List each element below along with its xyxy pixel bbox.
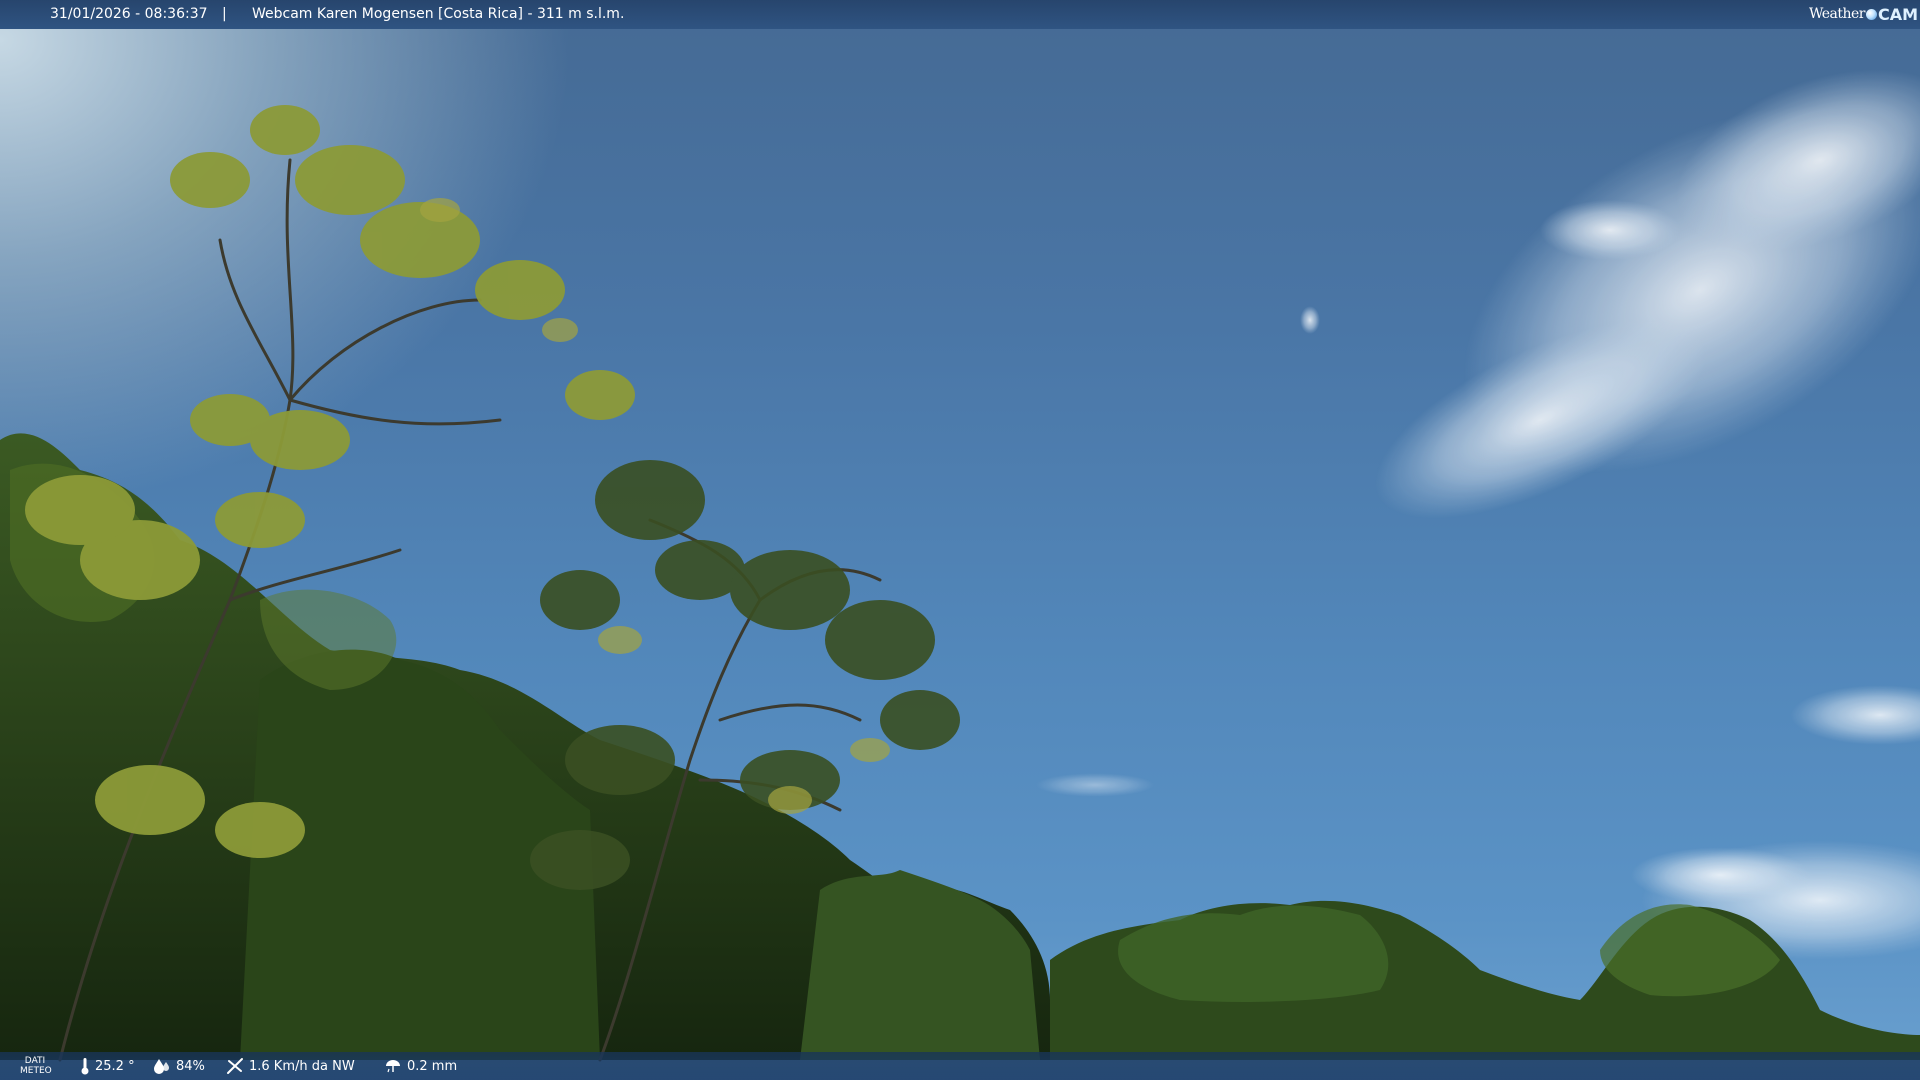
logo-weather-text: Weather bbox=[1808, 6, 1866, 22]
rain-value: 0.2 mm bbox=[407, 1058, 458, 1074]
webcam-title: Webcam Karen Mogensen [Costa Rica] - 311… bbox=[252, 6, 625, 22]
top-info-bar: 31/01/2026 - 08:36:37 | Webcam Karen Mog… bbox=[0, 0, 1920, 29]
temperature-reading: 25.2 ° bbox=[80, 1052, 135, 1080]
weather-data-label: DATI METEO bbox=[20, 1056, 52, 1076]
timestamp: 31/01/2026 - 08:36:37 bbox=[50, 6, 208, 22]
clouds bbox=[1035, 68, 1920, 960]
thermometer-icon bbox=[80, 1057, 90, 1075]
weather-data-label-line1: DATI bbox=[24, 1056, 46, 1066]
logo-cam-text: CAM bbox=[1877, 5, 1918, 24]
wind-value: 1.6 Km/h da NW bbox=[249, 1058, 355, 1074]
wind-reading: 1.6 Km/h da NW bbox=[226, 1052, 355, 1080]
webcam-scene bbox=[0, 68, 1920, 1062]
rain-reading: 0.2 mm bbox=[384, 1052, 457, 1080]
weather-data-label-line2: METEO bbox=[20, 1066, 52, 1076]
humidity-drop-icon bbox=[153, 1058, 171, 1074]
humidity-reading: 84% bbox=[153, 1052, 205, 1080]
logo-globe-icon bbox=[1865, 9, 1877, 20]
weathercam-logo[interactable]: Weather CAM bbox=[1809, 3, 1918, 26]
separator: | bbox=[222, 6, 227, 22]
temperature-value: 25.2 ° bbox=[95, 1058, 135, 1074]
webcam-frame: 31/01/2026 - 08:36:37 | Webcam Karen Mog… bbox=[0, 0, 1920, 1080]
rain-icon bbox=[384, 1058, 402, 1074]
humidity-value: 84% bbox=[176, 1058, 205, 1074]
weather-data-bar: DATI METEO 25.2 ° 84% 1.6 Km/h da NW 0.2… bbox=[0, 1052, 1920, 1080]
wind-icon bbox=[226, 1057, 244, 1075]
